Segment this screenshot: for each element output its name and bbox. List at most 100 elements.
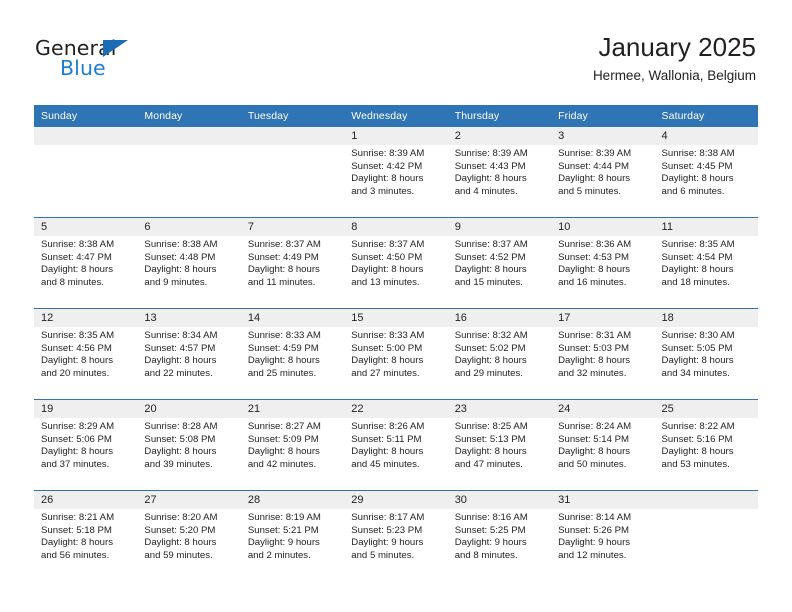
sunset-time: Sunset: 5:16 PM [661, 433, 733, 445]
calendar-day-cell[interactable]: 31 Sunrise: 8:14 AM Sunset: 5:26 PM Dayligh… [551, 490, 655, 581]
daylight-duration-line2: and 56 minutes. [41, 549, 110, 561]
sunrise-time: Sunrise: 8:21 AM [41, 512, 115, 523]
day-details: Sunrise: 8:20 AM Sunset: 5:20 PM Daylight:… [137, 509, 240, 562]
sunrise-time: Sunrise: 8:37 AM [247, 239, 321, 250]
calendar-day-cell[interactable]: 3 Sunrise: 8:39 AM Sunset: 4:44 PM Daylight… [551, 127, 655, 218]
day-number: 14 [240, 309, 345, 327]
calendar-day-cell[interactable]: 18 Sunrise: 8:30 AM Sunset: 5:05 PM Dayligh… [654, 308, 758, 400]
sunrise-time: Sunrise: 8:16 AM [454, 512, 528, 523]
calendar-day-cell[interactable]: 15 Sunrise: 8:33 AM Sunset: 5:00 PM Dayligh… [344, 308, 448, 400]
calendar-day-cell[interactable]: 26 Sunrise: 8:21 AM Sunset: 5:18 PM Dayligh… [34, 490, 138, 581]
calendar-day-cell[interactable]: 9 Sunrise: 8:37 AM Sunset: 4:52 PM Daylight… [447, 217, 552, 309]
sunset-time: Sunset: 4:42 PM [351, 160, 423, 172]
sunrise-time: Sunrise: 8:24 AM [558, 421, 632, 432]
day-number: 4 [654, 127, 758, 145]
daylight-duration-line2: and 22 minutes. [144, 367, 213, 379]
sunrise-time: Sunrise: 8:32 AM [454, 330, 528, 341]
sunset-time: Sunset: 4:53 PM [558, 251, 630, 263]
daylight-duration-line1: Daylight: 8 hours [41, 264, 113, 276]
calendar-day-cell[interactable]: 21 Sunrise: 8:27 AM Sunset: 5:09 PM Dayligh… [240, 399, 345, 491]
calendar-day-cell[interactable]: 4 Sunrise: 8:38 AM Sunset: 4:45 PM Daylight… [654, 127, 758, 218]
calendar-day-cell[interactable]: 2 Sunrise: 8:39 AM Sunset: 4:43 PM Daylight… [447, 127, 552, 218]
daylight-duration-line2: and 16 minutes. [558, 276, 627, 288]
daylight-duration-line1: Daylight: 9 hours [351, 537, 424, 549]
sunrise-time: Sunrise: 8:38 AM [41, 239, 115, 250]
calendar-day-cell[interactable]: 6 Sunrise: 8:38 AM Sunset: 4:48 PM Daylight… [137, 217, 241, 309]
sunset-time: Sunset: 4:59 PM [247, 342, 319, 354]
day-number: 28 [240, 491, 345, 509]
calendar-day-cell[interactable]: 22 Sunrise: 8:26 AM Sunset: 5:11 PM Dayligh… [344, 399, 448, 491]
calendar-day-cell[interactable]: 16 Sunrise: 8:32 AM Sunset: 5:02 PM Dayligh… [447, 308, 552, 400]
day-details: Sunrise: 8:21 AM Sunset: 5:18 PM Daylight:… [34, 509, 137, 562]
sunrise-time: Sunrise: 8:26 AM [351, 421, 425, 432]
calendar-page: General Blue January 2025 Hermee, Wallon… [0, 0, 792, 612]
page-header: General Blue January 2025 Hermee, Wallon… [0, 0, 792, 100]
calendar-day-cell[interactable]: 25 Sunrise: 8:22 AM Sunset: 5:16 PM Dayligh… [654, 399, 758, 491]
daylight-duration-line2: and 11 minutes. [247, 276, 316, 288]
daylight-duration-line1: Daylight: 8 hours [41, 446, 113, 458]
day-details: Sunrise: 8:37 AM Sunset: 4:50 PM Daylight:… [344, 236, 447, 289]
day-details: Sunrise: 8:39 AM Sunset: 4:43 PM Daylight:… [448, 145, 551, 198]
calendar-day-cell[interactable]: 10 Sunrise: 8:36 AM Sunset: 4:53 PM Dayligh… [551, 217, 655, 309]
sunrise-time: Sunrise: 8:36 AM [558, 239, 632, 250]
daylight-duration-line2: and 5 minutes. [351, 549, 415, 561]
calendar-day-cell[interactable]: 8 Sunrise: 8:37 AM Sunset: 4:50 PM Daylight… [344, 217, 448, 309]
day-number: 31 [551, 491, 655, 509]
daylight-duration-line1: Daylight: 8 hours [247, 264, 320, 276]
calendar-header-row: Sunday Monday Tuesday Wednesday Thursday… [34, 105, 758, 127]
day-number: 26 [34, 491, 138, 509]
day-number: 3 [551, 127, 655, 145]
calendar-day-cell[interactable]: 13 Sunrise: 8:34 AM Sunset: 4:57 PM Dayligh… [137, 308, 241, 400]
calendar-day-cell[interactable]: 17 Sunrise: 8:31 AM Sunset: 5:03 PM Dayligh… [551, 308, 655, 400]
day-details: Sunrise: 8:37 AM Sunset: 4:49 PM Daylight:… [241, 236, 344, 289]
calendar-day-cell[interactable]: 28 Sunrise: 8:19 AM Sunset: 5:21 PM Dayligh… [240, 490, 345, 581]
daylight-duration-line1: Daylight: 8 hours [661, 264, 734, 276]
calendar-day-cell[interactable]: 23 Sunrise: 8:25 AM Sunset: 5:13 PM Dayligh… [447, 399, 552, 491]
calendar-day-cell[interactable]: 14 Sunrise: 8:33 AM Sunset: 4:59 PM Dayligh… [240, 308, 345, 400]
calendar-day-cell[interactable]: 5 Sunrise: 8:38 AM Sunset: 4:47 PM Daylight… [34, 217, 138, 309]
calendar-day-cell[interactable]: 30 Sunrise: 8:16 AM Sunset: 5:25 PM Dayligh… [447, 490, 552, 581]
daylight-duration-line1: Daylight: 8 hours [661, 446, 734, 458]
daylight-duration-line2: and 29 minutes. [454, 367, 523, 379]
daylight-duration-line2: and 45 minutes. [351, 458, 420, 470]
calendar-day-cell[interactable]: 29 Sunrise: 8:17 AM Sunset: 5:23 PM Dayligh… [344, 490, 448, 581]
weekday-header-friday: Friday [551, 105, 655, 127]
calendar-day-cell[interactable]: 7 Sunrise: 8:37 AM Sunset: 4:49 PM Daylight… [240, 217, 345, 309]
sunset-time: Sunset: 5:26 PM [558, 524, 630, 536]
day-number: 8 [344, 218, 448, 236]
day-details: Sunrise: 8:25 AM Sunset: 5:13 PM Daylight:… [448, 418, 551, 471]
sunrise-time: Sunrise: 8:30 AM [661, 330, 735, 341]
daylight-duration-line1: Daylight: 8 hours [558, 446, 631, 458]
calendar-week-row: 19 Sunrise: 8:29 AM Sunset: 5:06 PM Dayligh… [34, 399, 758, 491]
sunset-time: Sunset: 4:49 PM [247, 251, 319, 263]
day-details: Sunrise: 8:27 AM Sunset: 5:09 PM Daylight:… [241, 418, 344, 471]
day-details: Sunrise: 8:39 AM Sunset: 4:44 PM Daylight:… [551, 145, 654, 198]
day-number: 10 [551, 218, 655, 236]
sunrise-time: Sunrise: 8:38 AM [144, 239, 218, 250]
calendar-day-cell[interactable]: 19 Sunrise: 8:29 AM Sunset: 5:06 PM Dayligh… [34, 399, 138, 491]
sunrise-time: Sunrise: 8:17 AM [351, 512, 425, 523]
calendar-day-cell[interactable]: 20 Sunrise: 8:28 AM Sunset: 5:08 PM Dayligh… [137, 399, 241, 491]
page-title: January 2025 [598, 32, 756, 62]
day-details: Sunrise: 8:33 AM Sunset: 5:00 PM Daylight:… [344, 327, 447, 380]
calendar-day-cell[interactable]: 24 Sunrise: 8:24 AM Sunset: 5:14 PM Dayligh… [551, 399, 655, 491]
calendar-day-cell[interactable]: 11 Sunrise: 8:35 AM Sunset: 4:54 PM Dayligh… [654, 217, 758, 309]
daylight-duration-line2: and 32 minutes. [558, 367, 627, 379]
sunset-time: Sunset: 4:44 PM [558, 160, 630, 172]
day-details: Sunrise: 8:35 AM Sunset: 4:56 PM Daylight:… [34, 327, 137, 380]
daylight-duration-line1: Daylight: 8 hours [351, 446, 424, 458]
daylight-duration-line2: and 53 minutes. [661, 458, 730, 470]
daylight-duration-line2: and 42 minutes. [247, 458, 317, 470]
day-details: Sunrise: 8:29 AM Sunset: 5:06 PM Daylight:… [34, 418, 137, 471]
daylight-duration-line1: Daylight: 8 hours [661, 173, 734, 185]
sunrise-time: Sunrise: 8:39 AM [351, 148, 425, 159]
calendar-day-cell[interactable]: 27 Sunrise: 8:20 AM Sunset: 5:20 PM Dayligh… [137, 490, 241, 581]
sunset-time: Sunset: 5:11 PM [351, 433, 422, 445]
daylight-duration-line1: Daylight: 8 hours [454, 264, 527, 276]
daylight-duration-line2: and 25 minutes. [247, 367, 317, 379]
calendar-day-cell[interactable]: 12 Sunrise: 8:35 AM Sunset: 4:56 PM Dayligh… [34, 308, 138, 400]
general-blue-logo[interactable]: General Blue [35, 38, 195, 86]
day-details: Sunrise: 8:31 AM Sunset: 5:03 PM Daylight:… [551, 327, 654, 380]
calendar-day-cell[interactable]: 1 Sunrise: 8:39 AM Sunset: 4:42 PM Daylight… [344, 127, 448, 218]
daylight-duration-line1: Daylight: 8 hours [351, 355, 424, 367]
